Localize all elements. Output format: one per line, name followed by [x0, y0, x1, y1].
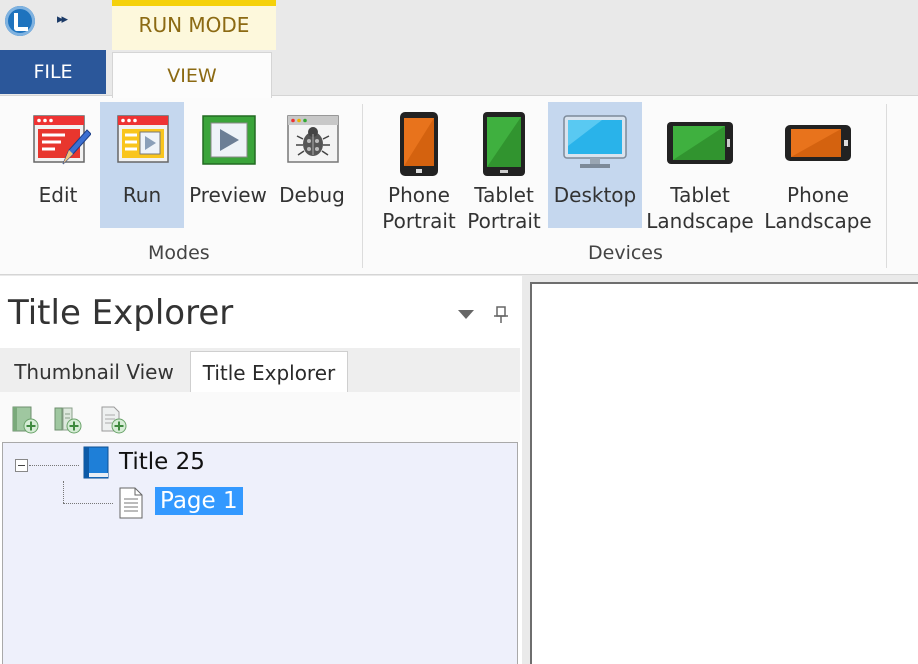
tablet-portrait-label: Tablet Portrait	[462, 182, 546, 234]
desktop-icon	[563, 115, 627, 168]
phone-landscape-label: Phone Landscape	[762, 182, 874, 234]
tree-connector	[63, 481, 64, 503]
ribbon-group-divider	[362, 104, 363, 268]
add-chapter-icon[interactable]	[52, 404, 84, 436]
phone-portrait-button[interactable]: Phone Portrait	[378, 102, 460, 233]
tablet-portrait-button[interactable]: Tablet Portrait	[462, 102, 546, 233]
devices-group-label: Devices	[588, 242, 663, 264]
modes-group-label: Modes	[148, 242, 210, 264]
tree-connector	[29, 465, 79, 466]
desktop-label: Desktop	[548, 182, 642, 208]
run-mode-label: Run	[122, 183, 162, 207]
label-line-1: Phone	[787, 183, 849, 207]
app-logo-icon[interactable]	[5, 6, 35, 36]
quick-access-more-icon[interactable]: ▸▸	[57, 12, 68, 27]
label-line-2: Portrait	[382, 209, 456, 233]
run-mode-button[interactable]: Run	[100, 102, 184, 228]
tree-toolbar	[0, 392, 520, 442]
file-tab[interactable]: FILE	[0, 50, 106, 94]
phone-landscape-icon	[785, 125, 851, 161]
ribbon-tab-strip: ▸▸ RUN MODE FILE VIEW	[0, 0, 918, 98]
ribbon-group-divider	[886, 104, 887, 268]
tab-view[interactable]: VIEW	[112, 52, 272, 98]
panel-menu-dropdown-icon[interactable]	[458, 310, 474, 319]
tree-connector	[63, 503, 113, 504]
phone-portrait-icon	[400, 112, 438, 176]
pin-icon[interactable]	[494, 306, 508, 324]
collapse-toggle-icon[interactable]	[15, 459, 28, 472]
add-page-icon[interactable]	[98, 404, 130, 436]
run-icon	[117, 115, 169, 163]
tablet-landscape-button[interactable]: Tablet Landscape	[644, 102, 756, 233]
tree-node-page[interactable]: Page 1	[155, 487, 243, 515]
desktop-button[interactable]: Desktop	[548, 102, 642, 228]
tab-title-explorer[interactable]: Title Explorer	[190, 351, 348, 393]
tablet-landscape-label: Tablet Landscape	[644, 182, 756, 234]
debug-mode-button[interactable]: Debug	[270, 102, 354, 228]
panel-tab-strip: Thumbnail View Title Explorer	[0, 348, 520, 393]
preview-mode-button[interactable]: Preview	[186, 102, 270, 228]
label-line-2: Portrait	[467, 209, 541, 233]
debug-mode-label: Debug	[279, 183, 345, 207]
label-line-2: Landscape	[646, 209, 754, 233]
tablet-portrait-icon	[483, 112, 525, 176]
canvas-area	[522, 276, 918, 664]
label-line-1: Phone	[388, 183, 450, 207]
panel-title: Title Explorer	[8, 293, 234, 333]
label-line-1: Tablet	[670, 183, 730, 207]
title-explorer-panel: Title Explorer Thumbnail View Title Expl…	[0, 276, 522, 664]
add-title-icon[interactable]	[10, 404, 42, 436]
design-canvas[interactable]	[530, 282, 918, 664]
contextual-tab-group-label: RUN MODE	[138, 13, 250, 37]
book-icon	[83, 446, 109, 479]
phone-landscape-button[interactable]: Phone Landscape	[762, 102, 874, 233]
tree-node-title[interactable]: Title 25	[119, 449, 205, 475]
edit-mode-button[interactable]: Edit	[16, 102, 100, 228]
tablet-landscape-icon	[667, 122, 733, 164]
tab-thumbnail-view[interactable]: Thumbnail View	[4, 352, 184, 392]
phone-portrait-label: Phone Portrait	[378, 182, 460, 234]
debug-icon	[287, 115, 339, 163]
label-line-1: Tablet	[474, 183, 534, 207]
edit-mode-label: Edit	[38, 183, 78, 207]
contextual-tab-group-run-mode: RUN MODE	[112, 0, 276, 50]
preview-mode-label: Preview	[189, 183, 267, 207]
edit-icon	[33, 115, 91, 165]
label-line-2: Landscape	[764, 209, 872, 233]
preview-icon	[202, 115, 256, 165]
ribbon: Edit Run Preview Debug Modes Phone Portr…	[0, 95, 918, 275]
label-line-1: Desktop	[553, 183, 637, 207]
page-icon	[119, 487, 143, 519]
title-tree: Title 25 Page 1	[2, 442, 518, 664]
